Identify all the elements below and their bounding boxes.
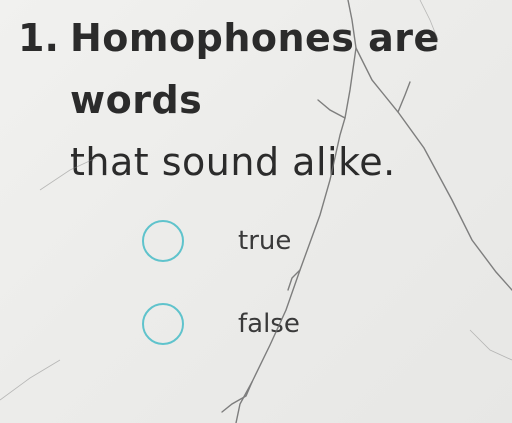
question-number: 1. <box>18 16 59 60</box>
radio-button-true[interactable] <box>142 220 184 262</box>
question-row: 1. Homophones are words that sound alike… <box>18 14 508 193</box>
option-label-false: false <box>238 309 300 339</box>
question-text-line-1: Homophones are words <box>70 16 440 122</box>
option-false[interactable]: false <box>142 303 300 345</box>
question: 1. Homophones are words that sound alike… <box>18 14 508 193</box>
question-text-line-2: that sound alike. <box>70 140 396 184</box>
option-label-true: true <box>238 226 292 256</box>
question-text: Homophones are words that sound alike. <box>70 7 508 193</box>
radio-button-false[interactable] <box>142 303 184 345</box>
option-true[interactable]: true <box>142 220 291 262</box>
